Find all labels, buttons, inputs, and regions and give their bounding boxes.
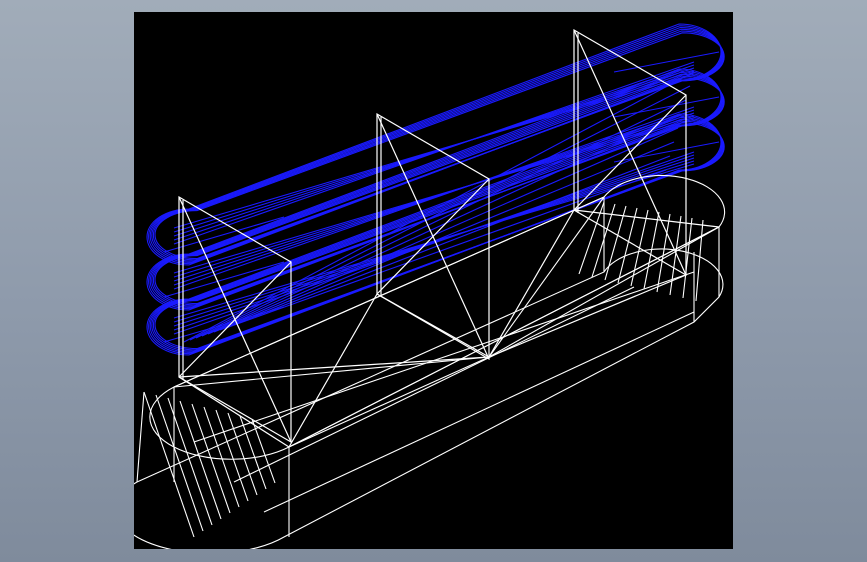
right-cap-facet <box>669 215 682 296</box>
left-cap-facet <box>191 403 231 514</box>
base-solid-wireframe <box>134 175 726 549</box>
plate-connector <box>488 209 575 358</box>
coil-loop-1-0 <box>146 68 722 311</box>
base-triangulation <box>173 196 605 388</box>
base-triangulation <box>288 356 490 448</box>
coil-strand <box>173 118 695 274</box>
base-triangulation <box>263 311 695 513</box>
coil-diagonal <box>195 99 687 339</box>
coil-strand <box>173 73 695 229</box>
left-cap-facet <box>239 415 267 490</box>
left-cap-facet <box>203 406 240 508</box>
wireframe-canvas[interactable] <box>134 12 733 549</box>
cad-viewport[interactable] <box>134 12 733 549</box>
right-cap-facet <box>682 217 693 299</box>
spring-coils-wireframe <box>146 23 725 356</box>
plate-connector <box>376 293 490 358</box>
coil-loop-1-1 <box>148 70 723 310</box>
right-cap-facet <box>695 219 704 302</box>
left-cap-facet <box>167 397 213 526</box>
left-cap-facet <box>143 391 195 538</box>
right-cap-facet <box>604 205 627 281</box>
plate-connector <box>178 376 290 448</box>
base-vertical-edge <box>136 391 145 483</box>
coil-loop-1-2 <box>149 71 723 308</box>
coil-diagonal <box>183 71 695 343</box>
plate-connector <box>178 356 490 378</box>
left-cap-facet <box>251 418 276 484</box>
coil-diagonal <box>189 85 691 341</box>
